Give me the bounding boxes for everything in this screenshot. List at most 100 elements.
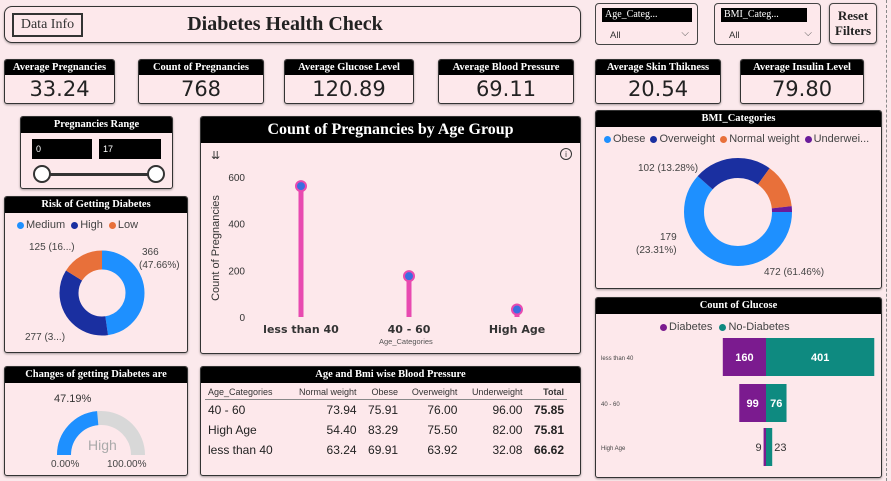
bar-value-label: 99 <box>747 398 759 410</box>
kpi-value: 69.11 <box>475 77 537 101</box>
kpi-average-skin-thickness: Average Skin Thikness 20.54 <box>595 59 721 104</box>
kpi-count-of-pregnancies: Count of Pregnancies 768 <box>138 59 264 104</box>
table-cell: 40 - 60 <box>208 403 246 417</box>
table-cell: 83.29 <box>368 423 399 437</box>
range-min-input[interactable]: 0 <box>32 139 92 159</box>
pregnancies-range-slicer: Pregnancies Range 0 17 <box>20 116 173 189</box>
page-edge-divider <box>886 0 887 481</box>
slicer-label: BMI_Categ... <box>721 8 807 22</box>
range-max-input[interactable]: 17 <box>99 139 161 159</box>
changes-gauge <box>56 411 145 456</box>
risk-label-medium-pct: (47.66%) <box>139 260 180 271</box>
header-bar: Data Info Diabetes Health Check <box>4 6 581 43</box>
age-category-slicer[interactable]: Age_Categ... All ⌵ <box>595 3 698 45</box>
matrix-title: Age and Bmi wise Blood Pressure <box>201 367 580 383</box>
data-info-button[interactable]: Data Info <box>12 13 83 37</box>
changes-gauge-card: Changes of getting Diabetes are 47.19% H… <box>4 366 188 476</box>
range-slider-max-handle[interactable] <box>147 165 165 183</box>
x-tick-label: less than 40 <box>263 323 339 336</box>
range-slider-min-handle[interactable] <box>33 165 51 183</box>
lollipop-point[interactable] <box>403 270 415 283</box>
bmi-label-obese: 472 (61.46%) <box>764 267 825 278</box>
column-header[interactable]: Normal weight <box>286 385 360 400</box>
bmi-label-overweight-pct: (23.31%) <box>636 245 677 256</box>
risk-label-medium-count: 366 <box>142 247 159 258</box>
range-slider-track[interactable] <box>41 173 155 176</box>
chevron-down-icon[interactable]: ⌵ <box>681 28 689 39</box>
bar-no-diabetes[interactable] <box>766 428 773 466</box>
bar-value-label: 401 <box>811 352 829 364</box>
x-tick-label: High Age <box>489 323 545 336</box>
bmi-label-normal: 102 (13.28%) <box>638 163 699 174</box>
lollipop-point[interactable] <box>295 180 307 193</box>
pregnancies-lollipop-chart[interactable]: 0 200 400 600 less than 40 40 - 60 High Age <box>201 117 581 354</box>
slicer-value: All <box>610 30 621 41</box>
bar-value-label: 9 <box>755 442 761 454</box>
kpi-value: 768 <box>180 77 222 101</box>
slicer-label: Age_Categ... <box>602 8 692 22</box>
bmi-donut-chart[interactable] <box>596 111 882 289</box>
kpi-value: 79.80 <box>771 77 833 101</box>
table-cell: High Age <box>208 423 257 437</box>
bar-diabetes[interactable] <box>763 428 766 466</box>
blood-pressure-matrix-card: Age and Bmi wise Blood Pressure Age_Cate… <box>200 366 581 476</box>
kpi-title: Average Glucose Level <box>285 60 413 75</box>
table-cell: 69.91 <box>368 443 399 457</box>
reset-filters-button[interactable]: Reset Filters <box>829 3 877 44</box>
kpi-value: 120.89 <box>312 77 386 101</box>
kpi-value: 20.54 <box>627 77 689 101</box>
table-row[interactable]: High Age 54.40 83.29 75.50 82.00 75.81 <box>205 420 567 440</box>
table-cell: 75.85 <box>533 403 564 417</box>
column-header[interactable]: Age_Categories <box>205 385 287 400</box>
glucose-chart-card: Count of Glucose Diabetes No-Diabetes le… <box>595 297 882 478</box>
table-cell: 76.00 <box>427 403 458 417</box>
column-header[interactable]: Overweight <box>401 385 461 400</box>
bar-value-label: 160 <box>735 352 753 364</box>
kpi-title: Count of Pregnancies <box>139 60 263 75</box>
bar-value-label: 23 <box>774 442 786 454</box>
blood-pressure-matrix: Age_Categories Normal weight Obese Overw… <box>205 385 567 460</box>
table-row[interactable]: 40 - 60 73.94 75.91 76.00 96.00 75.85 <box>205 400 567 421</box>
slicer-value: All <box>729 30 740 41</box>
glucose-bar-chart[interactable]: less than 40 160 401 40 - 60 99 76 High Age 9 23 <box>596 298 882 478</box>
bmi-category-slicer[interactable]: BMI_Categ... All ⌵ <box>714 3 821 45</box>
column-header[interactable]: Underweight <box>460 385 526 400</box>
bar-value-label: 76 <box>770 398 782 410</box>
gauge-center-label: High <box>88 437 117 453</box>
reset-filters-label: Reset Filters <box>834 8 872 38</box>
chevron-down-icon[interactable]: ⌵ <box>804 28 812 39</box>
column-header[interactable]: Total <box>525 385 567 400</box>
y-tick-label: 0 <box>239 313 245 324</box>
table-cell: 54.40 <box>326 423 357 437</box>
table-cell: 66.62 <box>533 443 564 457</box>
risk-donut-chart[interactable] <box>5 197 188 353</box>
category-label: 40 - 60 <box>601 402 620 408</box>
table-cell: 63.92 <box>427 443 458 457</box>
table-row[interactable]: less than 40 63.24 69.91 63.92 32.08 66.… <box>205 440 567 460</box>
table-cell: 96.00 <box>492 403 523 417</box>
x-axis-label: Age_Categories <box>379 337 433 346</box>
kpi-average-insulin: Average Insulin Level 79.80 <box>740 59 864 104</box>
y-tick-label: 200 <box>228 266 245 277</box>
y-tick-label: 400 <box>228 220 245 231</box>
pregnancies-range-title: Pregnancies Range <box>21 117 172 133</box>
column-header[interactable]: Obese <box>359 385 402 400</box>
kpi-average-glucose: Average Glucose Level 120.89 <box>284 59 414 104</box>
pregnancies-chart-card: Count of Pregnancies by Age Group ⇊ i Co… <box>200 116 581 354</box>
lollipop-point[interactable] <box>511 303 523 316</box>
risk-donut-card: Risk of Getting Diabetes Medium High Low… <box>4 196 188 353</box>
table-cell: 75.50 <box>427 423 458 437</box>
table-cell: 73.94 <box>326 403 357 417</box>
kpi-average-blood-pressure: Average Blood Pressure 69.11 <box>438 59 574 104</box>
risk-label-high: 277 (3...) <box>25 332 66 343</box>
category-label: High Age <box>601 446 626 452</box>
kpi-title: Average Pregnancies <box>5 60 114 75</box>
y-tick-label: 600 <box>228 173 245 184</box>
gauge-min-label: 0.00% <box>51 459 80 470</box>
kpi-title: Average Skin Thikness <box>596 60 720 75</box>
table-cell: 32.08 <box>492 443 523 457</box>
table-cell: 63.24 <box>326 443 357 457</box>
kpi-average-pregnancies: Average Pregnancies 33.24 <box>4 59 115 104</box>
risk-label-low: 125 (16...) <box>29 242 75 253</box>
page-title: Diabetes Health Check <box>187 13 383 35</box>
